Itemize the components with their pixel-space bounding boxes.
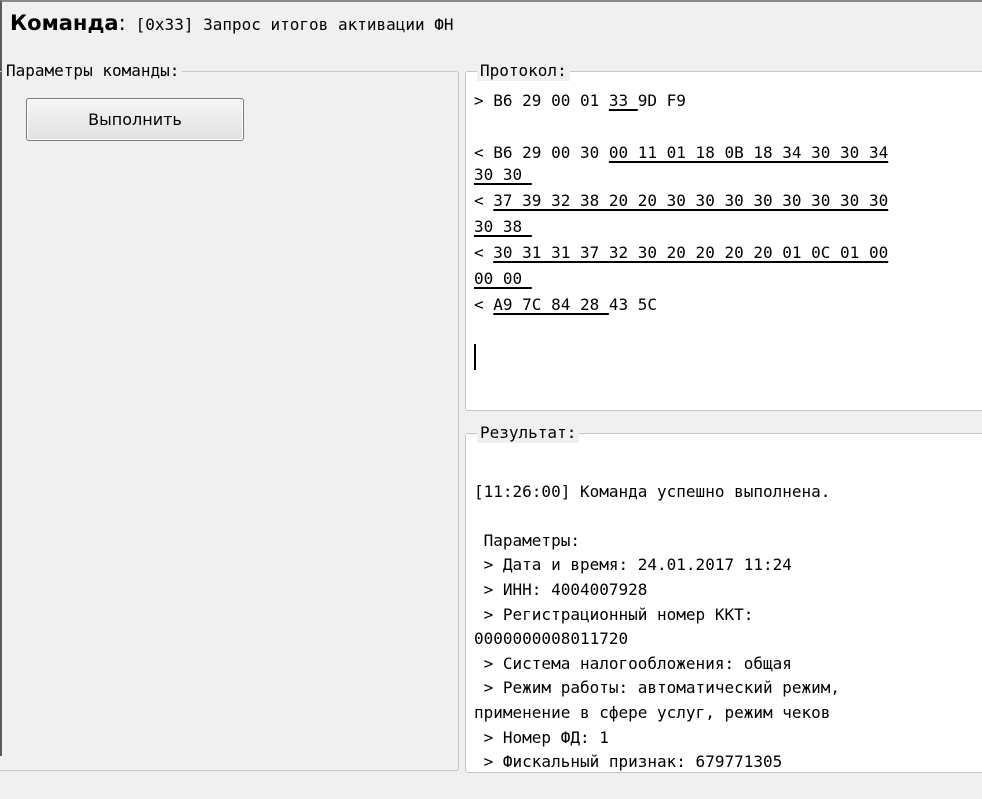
protocol-line-4b-data: 00 00	[474, 269, 532, 288]
command-colon: :	[118, 11, 126, 35]
protocol-line-4b: 00 00	[474, 268, 532, 290]
result-line: [11:26:00] Команда успешно выполнена.	[474, 481, 831, 501]
text-caret	[474, 344, 476, 370]
result-line: применение в сфере услуг, режим чеков	[474, 702, 831, 722]
protocol-line-3-prefix: <	[474, 191, 494, 210]
result-line: > Система налогообложения: общая	[474, 653, 792, 673]
protocol-line-1-crc: 9D F9	[637, 91, 686, 110]
protocol-line-4: < 30 31 31 37 32 30 20 20 20 20 01 0C 01…	[474, 242, 888, 264]
params-group-title: Параметры команды:	[3, 61, 183, 81]
protocol-line-2-prefix: < B6 29 00 30	[474, 143, 609, 162]
result-line: > Номер ФД: 1	[474, 727, 609, 747]
protocol-line-2b: 30 30	[474, 164, 532, 186]
result-line: > Регистрационный номер ККТ:	[474, 604, 754, 624]
command-header: Команда: [0x33] Запрос итогов активации Ф…	[10, 11, 454, 37]
protocol-group[interactable]: Протокол:	[465, 61, 982, 411]
execute-button[interactable]: Выполнить	[26, 98, 244, 141]
protocol-line-5-data: A9 7C 84 28	[493, 295, 609, 314]
protocol-line-4-data: 30 31 31 37 32 30 20 20 20 20 01 0C 01 0…	[493, 243, 889, 262]
protocol-line-2b-data: 30 30	[474, 165, 532, 184]
result-line	[474, 504, 840, 529]
protocol-line-1: > B6 29 00 01 33 9D F9	[474, 90, 686, 112]
protocol-line-3b: 30 38	[474, 216, 532, 238]
protocol-line-5: < A9 7C 84 28 43 5C	[474, 294, 657, 316]
protocol-group-title: Протокол:	[477, 61, 570, 81]
protocol-line-3: < 37 39 32 38 20 20 30 30 30 30 30 30 30…	[474, 190, 888, 212]
protocol-line-3-data: 37 39 32 38 20 20 30 30 30 30 30 30 30 3…	[493, 191, 889, 210]
protocol-line-1-data: 33	[608, 91, 638, 110]
result-line: > ИНН: 4004007928	[474, 579, 648, 599]
protocol-line-5-crc: 43 5C	[608, 295, 658, 314]
protocol-line-2-data: 00 11 01 18 0B 18 34 30 30 34	[608, 143, 889, 162]
result-text: [11:26:00] Команда успешно выполнена. Па…	[474, 455, 840, 799]
result-line: > Дата и время: 24.01.2017 11:24	[474, 555, 792, 575]
protocol-line-3b-data: 30 38	[474, 217, 532, 236]
protocol-line-4-prefix: <	[474, 243, 494, 262]
result-group-title: Результат:	[477, 423, 580, 443]
protocol-line-1-prefix: > B6 29 00 01	[474, 91, 609, 110]
protocol-line-2: < B6 29 00 30 00 11 01 18 0B 18 34 30 30…	[474, 142, 888, 164]
command-title: [0x33] Запрос итогов активации ФН	[135, 15, 454, 34]
result-line: > Фискальный признак: 679771305	[474, 752, 783, 772]
result-line: > Режим работы: автоматический режим,	[474, 678, 841, 698]
params-group: Параметры команды:	[0, 61, 459, 771]
result-line: Параметры:	[474, 530, 580, 550]
protocol-line-5-prefix: <	[474, 295, 494, 314]
result-line: 0000000008011720	[474, 629, 629, 649]
command-label: Команда	[10, 11, 119, 35]
